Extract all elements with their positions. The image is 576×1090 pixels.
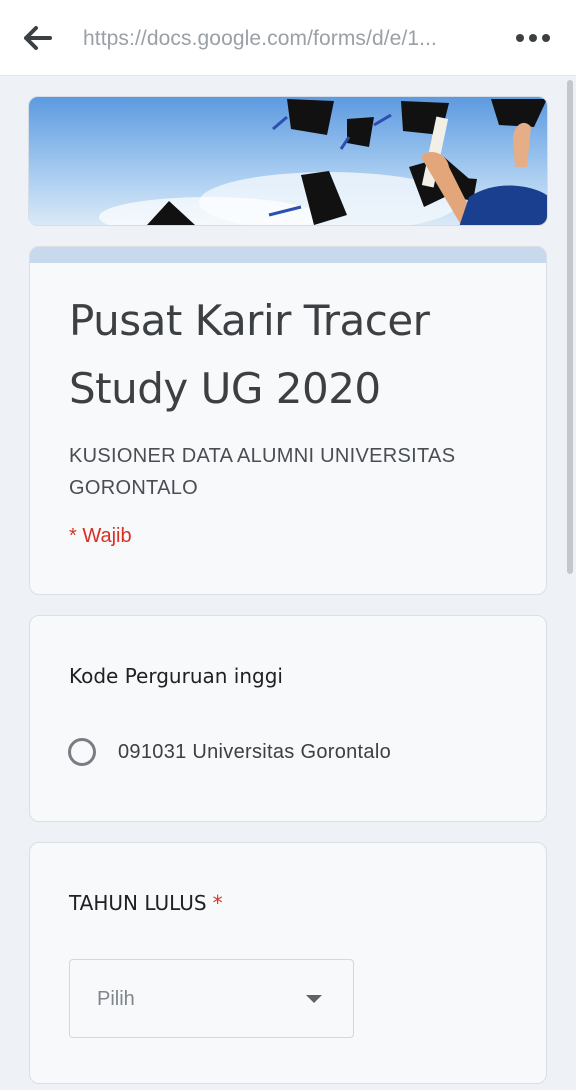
question-label: Kode Perguruan inggi: [69, 664, 283, 688]
dropdown-placeholder: Pilih: [97, 988, 135, 1010]
year-dropdown[interactable]: Pilih: [69, 959, 354, 1038]
radio-button[interactable]: [68, 738, 96, 766]
browser-toolbar: https://docs.google.com/forms/d/e/1...: [0, 0, 576, 76]
question-label: TAHUN LULUS *: [69, 891, 223, 915]
chevron-down-icon: [306, 995, 322, 1003]
arrow-left-icon: [24, 26, 52, 50]
menu-button[interactable]: [512, 28, 556, 48]
back-button[interactable]: [16, 20, 60, 56]
form-header-card: Pusat Karir Tracer Study UG 2020 KUSIONE…: [29, 246, 547, 595]
radio-option[interactable]: 091031 Universitas Gorontalo: [68, 734, 391, 770]
radio-option-label: 091031 Universitas Gorontalo: [118, 740, 391, 763]
card-accent-bar: [30, 247, 546, 263]
question-label-text: TAHUN LULUS: [69, 891, 207, 915]
scrollbar[interactable]: [567, 80, 573, 574]
more-horizontal-icon: [516, 34, 550, 42]
address-bar[interactable]: https://docs.google.com/forms/d/e/1...: [83, 27, 493, 51]
required-indicator: * Wajib: [69, 525, 132, 547]
form-title: Pusat Karir Tracer Study UG 2020: [69, 296, 430, 413]
question-card-tahun-lulus: TAHUN LULUS * Pilih: [29, 842, 547, 1084]
header-banner-image: [28, 96, 548, 226]
required-asterisk: *: [212, 891, 223, 915]
question-card-kode-perguruan: Kode Perguruan inggi 091031 Universitas …: [29, 615, 547, 822]
form-description: KUSIONER DATA ALUMNI UNIVERSITAS GORONTA…: [69, 445, 456, 499]
